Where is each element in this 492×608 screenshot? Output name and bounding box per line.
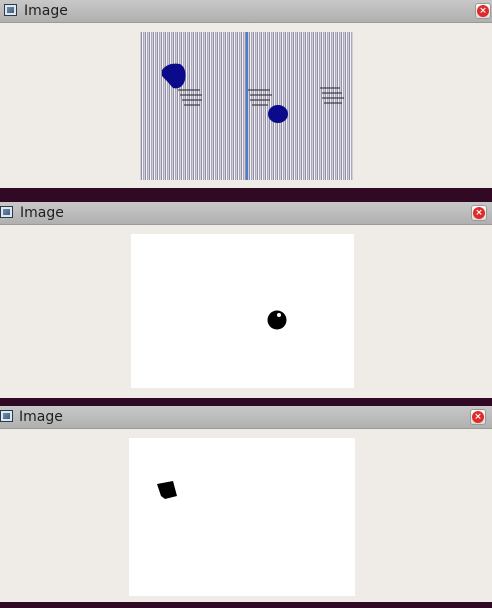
center-line [246, 32, 248, 180]
image-canvas [131, 234, 354, 388]
image-window-2: Image × [0, 202, 492, 398]
blue-ball [268, 105, 288, 123]
hatch-marks-middle [248, 89, 272, 106]
blob-shape [162, 63, 186, 89]
close-button[interactable]: × [470, 409, 486, 425]
mask-ball-highlight [277, 313, 281, 317]
image-canvas [129, 438, 355, 596]
hatch-marks-right [320, 87, 344, 104]
image-window-3: Image × [0, 406, 492, 602]
image-canvas [140, 32, 353, 180]
image-window-icon [0, 410, 13, 422]
close-icon: × [477, 5, 489, 17]
image-window-icon [0, 206, 13, 218]
window-title: Image [24, 3, 68, 19]
close-button[interactable]: × [471, 205, 487, 221]
window-title: Image [19, 409, 63, 425]
close-icon: × [472, 411, 484, 423]
mask-ball [267, 310, 287, 330]
titlebar[interactable]: Image × [0, 0, 492, 23]
hatch-marks-left [178, 89, 202, 106]
titlebar[interactable]: Image × [0, 202, 492, 225]
image-window-icon [4, 4, 17, 16]
close-button[interactable]: × [475, 3, 491, 19]
mask-overlay [157, 481, 177, 499]
mask-block [157, 481, 177, 499]
frame-overlay [162, 32, 344, 180]
image-window-1: Image × [0, 0, 492, 188]
titlebar[interactable]: Image × [0, 406, 492, 429]
close-icon: × [473, 207, 485, 219]
window-title: Image [20, 205, 64, 221]
mask-overlay [267, 310, 287, 330]
